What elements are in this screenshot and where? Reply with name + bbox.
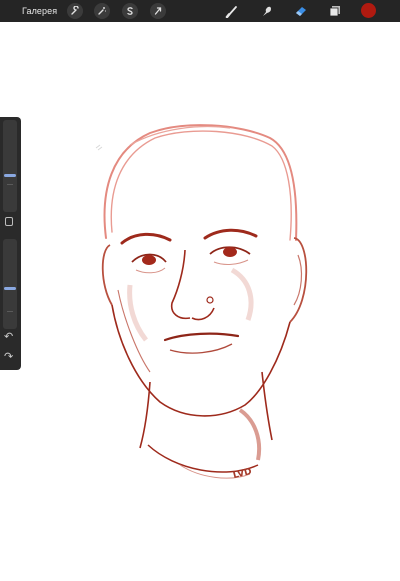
eraser-icon[interactable] [293,3,309,19]
slider-tick [7,311,13,312]
brush-icon[interactable] [224,3,240,19]
square-modify-icon[interactable] [5,217,13,226]
opacity-handle[interactable] [4,287,16,290]
color-picker-button[interactable] [361,3,376,18]
left-sidebar: ↶ ↷ [0,117,21,370]
wrench-icon[interactable] [67,3,83,19]
magic-wand-icon[interactable] [94,3,110,19]
drawing-canvas[interactable]: LVD [0,22,400,576]
opacity-slider[interactable] [3,239,17,329]
brush-size-handle[interactable] [4,174,16,177]
transform-arrow-icon[interactable] [150,3,166,19]
top-toolbar: Галерея [0,0,400,22]
selection-s-icon[interactable] [122,3,138,19]
gallery-button[interactable]: Галерея [22,6,57,16]
redo-icon[interactable]: ↷ [4,351,13,362]
smudge-icon[interactable] [259,3,275,19]
brush-size-slider[interactable] [3,120,17,212]
layers-icon[interactable] [327,3,343,19]
face-sketch [95,124,308,479]
slider-tick [7,184,13,185]
undo-icon[interactable]: ↶ [4,331,13,342]
